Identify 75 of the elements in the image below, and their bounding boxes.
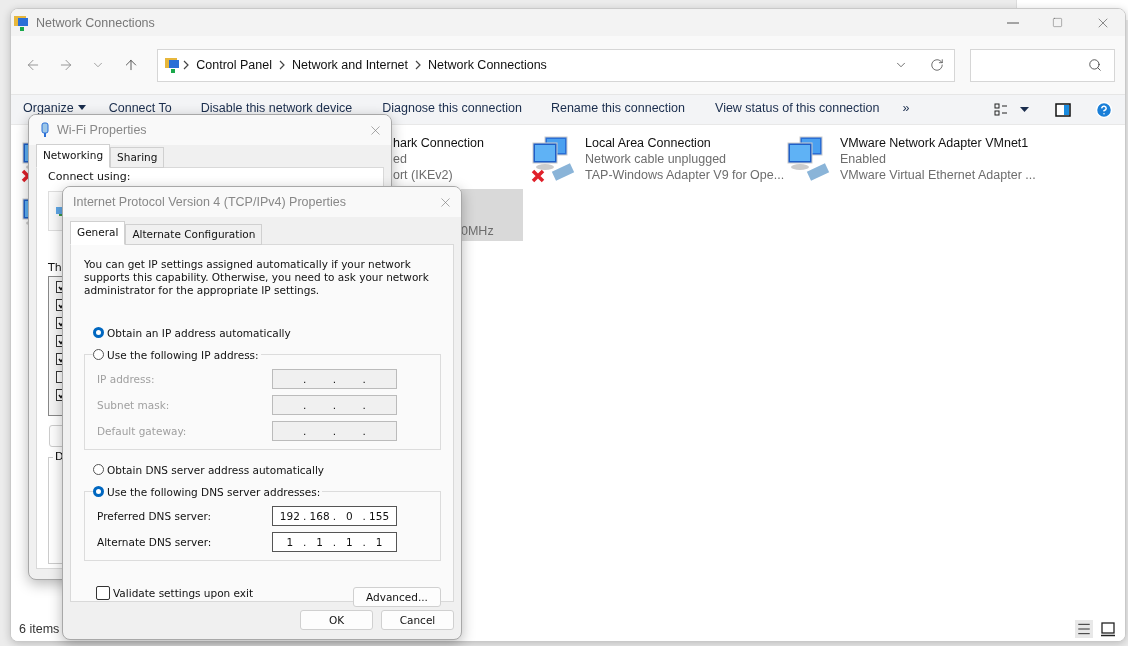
search-field[interactable] [969, 48, 1115, 82]
chevron-icon [278, 60, 286, 70]
connection-detail: 0MHz [461, 223, 494, 239]
field-label: Alternate DNS server: [97, 536, 213, 548]
network-folder-icon [13, 13, 31, 32]
connection-detail: Network cable unplugged [585, 151, 728, 167]
radio-label: Use the following IP address: [107, 348, 259, 361]
help-icon[interactable] [1095, 100, 1113, 119]
details-view-button[interactable] [1075, 620, 1093, 638]
tab[interactable]: Sharing [110, 147, 165, 168]
field-label: Default gateway: [97, 425, 188, 437]
dialog-title: Wi-Fi Properties [57, 123, 147, 137]
ip-address-field[interactable]: 192 . 168 . 0 . 155 [272, 506, 397, 526]
tiles-view-button[interactable] [1099, 620, 1117, 638]
intro-text: You can get IP settings assigned automatically if your network supports this capability. Otherwise, you need to ask your network administrator for the appropriate IP settings. [84, 258, 430, 297]
connection-detail: VMware Virtual Ethernet Adapter ... [840, 167, 1036, 183]
command-button[interactable]: Rename this connection [550, 100, 685, 115]
address-bar[interactable]: Control Panel Network and Internet Network Connections [157, 48, 955, 82]
tab[interactable]: General [70, 221, 126, 245]
tab[interactable]: Alternate Configuration [125, 224, 263, 245]
caret-icon[interactable] [1020, 107, 1029, 112]
field-label: IP address: [97, 373, 156, 385]
advanced-button[interactable]: Advanced... [353, 587, 441, 607]
breadcrumb[interactable]: Network Connections [422, 58, 553, 72]
connection-detail: Enabled [840, 151, 887, 167]
radio-button[interactable] [93, 349, 104, 360]
connection-detail: TAP-Windows Adapter V9 for Ope... [585, 167, 785, 183]
chevron-icon [414, 60, 423, 70]
more-commands-button[interactable]: » [902, 100, 910, 115]
radio-button[interactable] [93, 464, 104, 475]
connection-item[interactable]: hark Connection ed ort (IKEv2) [393, 135, 485, 183]
connection-name: hark Connection [393, 135, 485, 151]
connection-detail: ort (IKEv2) [393, 167, 454, 183]
caret-icon [77, 105, 86, 110]
command-button[interactable]: Connect To [108, 100, 172, 115]
command-button[interactable]: Disable this network device [200, 100, 353, 115]
minimize-icon [1006, 21, 1019, 24]
command-button[interactable]: Organize [23, 100, 86, 115]
adapter-icon [39, 122, 51, 138]
item-count: 6 items [19, 622, 60, 636]
field-label: Preferred DNS server: [97, 510, 213, 522]
connection-name: VMware Network Adapter VMnet1 [840, 135, 1030, 151]
connection-name: Local Area Connection [585, 135, 712, 151]
command-button[interactable]: Diagnose this connection [382, 100, 522, 115]
refresh-icon[interactable] [929, 58, 944, 72]
checkbox-label: Validate settings upon exit [113, 587, 254, 599]
tab[interactable]: Networking [36, 144, 111, 168]
preview-pane-icon[interactable] [1055, 102, 1071, 117]
list-label: Th [48, 261, 62, 274]
radio-label: Obtain DNS server address automatically [107, 463, 325, 476]
search-icon [1088, 58, 1102, 72]
connection-item[interactable]: Local Area Connection Network cable unplugged TAP-Windows Adapter V9 for Ope... [531, 135, 785, 183]
radio-button[interactable] [93, 327, 104, 338]
field-label: Subnet mask: [97, 399, 171, 411]
cancel-button[interactable]: Cancel [381, 610, 454, 630]
dialog-title: Internet Protocol Version 4 (TCP/IPv4) Properties [73, 195, 347, 209]
ip-address-field[interactable]: 1 . 1 . 1 . 1 [272, 532, 397, 552]
field-label: Connect using: [48, 170, 131, 183]
view-options-icon[interactable] [994, 102, 1008, 117]
radio-label: Obtain an IP address automatically [107, 326, 291, 339]
maximize-icon [1052, 17, 1063, 28]
chevron-icon [182, 60, 191, 70]
command-button[interactable]: View status of this connection [715, 100, 880, 115]
tiles-view-icon [1100, 621, 1116, 637]
selected-connection-item[interactable]: 0MHz [461, 189, 523, 241]
details-view-icon [1076, 621, 1092, 637]
ok-button[interactable]: OK [300, 610, 373, 630]
radio-label: Use the following DNS server addresses: [107, 485, 321, 498]
window-title: Network Connections [36, 15, 155, 30]
breadcrumb[interactable]: Network and Internet [286, 58, 415, 72]
radio-button[interactable] [93, 486, 104, 497]
breadcrumb[interactable]: Control Panel [190, 58, 278, 72]
checkbox[interactable] [96, 586, 110, 600]
connection-detail: ed [393, 151, 408, 167]
connection-item[interactable]: VMware Network Adapter VMnet1 Enabled VMware Virtual Ethernet Adapter ... [786, 135, 1036, 183]
